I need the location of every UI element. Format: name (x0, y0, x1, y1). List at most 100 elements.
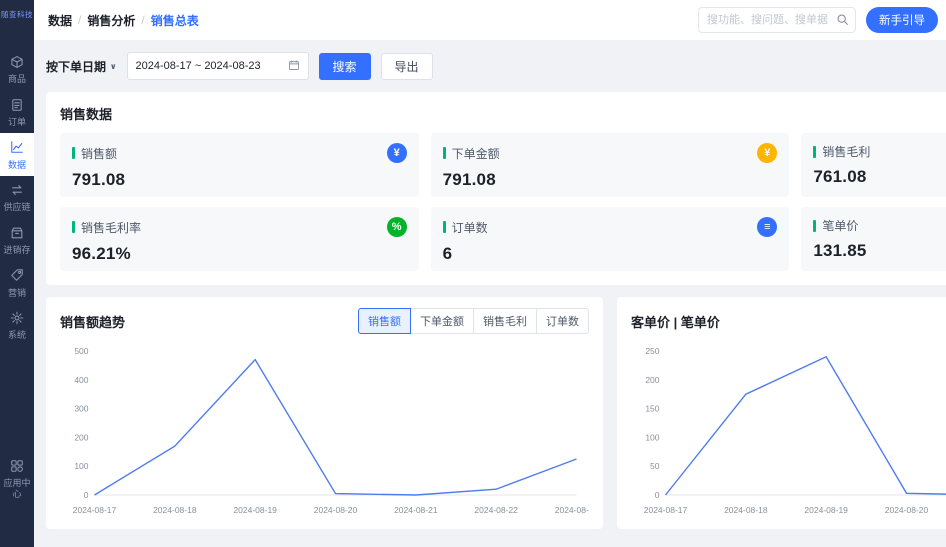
stat-value: 791.08 (72, 170, 126, 189)
sidebar-item-data[interactable]: 数据 (0, 133, 34, 177)
sidebar-nav: 商品 订单 数据 供应链 进销存 营销 系统 (0, 48, 34, 347)
sidebar-item-marketing[interactable]: 营销 (0, 261, 34, 304)
chevron-down-icon: ∨ (110, 61, 117, 71)
stat-per-order-price: 笔单价 131.85 (801, 207, 946, 271)
breadcrumb-separator: / (141, 13, 145, 27)
data-chart-icon (10, 140, 24, 156)
search-button[interactable]: 搜索 (318, 52, 371, 80)
gear-icon (10, 311, 24, 327)
breadcrumb: 数据 / 销售分析 / 销售总表 (48, 12, 199, 29)
tab-order-count[interactable]: 订单数 (536, 308, 589, 334)
supply-chain-icon (10, 183, 24, 199)
trend-metric-tabs: 销售额 下单金额 销售毛利 订单数 (358, 308, 589, 334)
stat-value: 6 (442, 244, 453, 263)
brand-logo: 随查科技 (1, 10, 33, 19)
order-list-icon (10, 98, 24, 114)
svg-text:2024-08-19: 2024-08-19 (233, 505, 277, 515)
date-range-value: 2024-08-17 ~ 2024-08-23 (135, 60, 261, 72)
svg-text:2024-08-21: 2024-08-21 (394, 505, 438, 515)
svg-text:2024-08-17: 2024-08-17 (644, 505, 688, 515)
global-search (698, 7, 856, 33)
svg-text:2024-08-22: 2024-08-22 (474, 505, 518, 515)
search-icon[interactable] (836, 13, 849, 26)
export-button[interactable]: 导出 (380, 52, 433, 80)
inventory-box-icon (10, 226, 24, 242)
filter-row: 按下单日期 ∨ 2024-08-17 ~ 2024-08-23 搜索 导出 (46, 52, 946, 80)
order-amount-coin-icon: ¥ (757, 143, 778, 163)
sales-card-title: 销售数据 (60, 107, 113, 122)
price-trend-title: 客单价 | 笔单价 (631, 314, 720, 330)
tab-order-amount[interactable]: 下单金额 (410, 308, 474, 334)
breadcrumb-data[interactable]: 数据 (48, 12, 72, 29)
stat-value: 96.21% (72, 244, 131, 263)
charts-row: 销售额趋势 销售额 下单金额 销售毛利 订单数 0 100 200 300 400 500… (46, 297, 946, 529)
product-box-icon (10, 55, 24, 71)
stat-label: 销售额 (81, 146, 118, 161)
breadcrumb-sales-analysis[interactable]: 销售分析 (87, 12, 135, 29)
stat-label: 销售毛利率 (81, 220, 142, 235)
svg-text:300: 300 (74, 404, 88, 414)
stat-label: 订单数 (451, 220, 488, 235)
sidebar-item-label: 进销存 (3, 245, 31, 256)
sidebar-item-inventory[interactable]: 进销存 (0, 219, 34, 262)
guide-button[interactable]: 新手引导 (866, 7, 938, 33)
breadcrumb-current-page: 销售总表 (150, 13, 199, 28)
search-input[interactable] (698, 7, 856, 33)
sidebar-item-label: 商品 (7, 74, 26, 85)
tab-gross-profit[interactable]: 销售毛利 (473, 308, 537, 334)
sales-amount-yen-icon: ¥ (386, 143, 407, 163)
stat-label: 销售毛利 (822, 145, 871, 159)
sidebar-item-app-center[interactable]: 应用中心 (0, 452, 34, 505)
stat-accent-bar (442, 147, 446, 159)
stat-sales-amount: 销售额 ¥ 791.08 (60, 133, 419, 197)
stat-grid: 销售额 ¥ 791.08 下单金额 ¥ 791.08 销售毛利 761.08 销售毛… (60, 133, 946, 271)
svg-text:400: 400 (74, 375, 88, 385)
stat-accent-bar (72, 147, 75, 159)
svg-text:150: 150 (645, 404, 659, 414)
order-count-list-icon: ≡ (757, 217, 778, 237)
gross-margin-percent-icon: % (386, 217, 407, 237)
svg-text:2024-08-18: 2024-08-18 (153, 505, 197, 515)
sidebar-item-products[interactable]: 商品 (0, 48, 34, 91)
sidebar-item-label: 应用中心 (3, 478, 31, 499)
svg-text:2024-08-23: 2024-08-23 (555, 505, 589, 515)
svg-text:2024-08-20: 2024-08-20 (314, 505, 358, 515)
stat-label: 下单金额 (451, 146, 500, 161)
app-window: 随查科技 商品 订单 数据 供应链 进销存 营销 系统 应用中心 数据 / 销售… (0, 0, 946, 547)
svg-text:200: 200 (74, 432, 88, 442)
date-range-input[interactable]: 2024-08-17 ~ 2024-08-23 (126, 52, 309, 80)
stat-accent-bar (813, 145, 817, 158)
marketing-tag-icon (10, 268, 24, 284)
svg-text:500: 500 (74, 346, 88, 356)
date-type-label: 按下单日期 (46, 59, 107, 74)
stat-accent-bar (72, 221, 75, 233)
svg-text:100: 100 (74, 461, 88, 471)
sidebar-item-label: 营销 (7, 287, 26, 298)
sidebar-item-supply-chain[interactable]: 供应链 (0, 176, 34, 219)
breadcrumb-separator: / (78, 13, 82, 27)
sales-trend-title: 销售额趋势 (60, 314, 126, 330)
date-type-select[interactable]: 按下单日期 ∨ (46, 58, 117, 75)
svg-text:100: 100 (645, 432, 659, 442)
sidebar: 随查科技 商品 订单 数据 供应链 进销存 营销 系统 应用中心 (0, 0, 34, 547)
price-trend-card: 客单价 | 笔单价 0 50 100 150 200 250 2024-08-17 2024-… (617, 297, 946, 529)
svg-text:50: 50 (650, 461, 660, 471)
tab-sales-amount[interactable]: 销售额 (358, 308, 411, 334)
svg-text:2024-08-17: 2024-08-17 (73, 505, 117, 515)
svg-text:200: 200 (645, 375, 659, 385)
stat-value: 131.85 (813, 241, 867, 260)
stat-value: 791.08 (442, 170, 496, 189)
sidebar-item-orders[interactable]: 订单 (0, 91, 34, 134)
sales-trend-chart: 0 100 200 300 400 500 2024-08-17 2024-08-18 2024… (73, 346, 589, 515)
sales-trend-card: 销售额趋势 销售额 下单金额 销售毛利 订单数 0 100 200 300 400 500… (46, 297, 603, 529)
content-area: 按下单日期 ∨ 2024-08-17 ~ 2024-08-23 搜索 导出 销售… (34, 40, 946, 547)
stat-accent-bar (813, 219, 817, 232)
stat-gross-margin: 销售毛利率% 96.21% (60, 207, 419, 271)
svg-text:2024-08-19: 2024-08-19 (804, 505, 848, 515)
stat-gross-profit: 销售毛利 761.08 (801, 133, 946, 197)
sidebar-item-system[interactable]: 系统 (0, 304, 34, 347)
stat-accent-bar (442, 221, 446, 233)
calendar-icon (288, 59, 300, 74)
svg-text:250: 250 (645, 346, 659, 356)
svg-text:2024-08-20: 2024-08-20 (885, 505, 929, 515)
